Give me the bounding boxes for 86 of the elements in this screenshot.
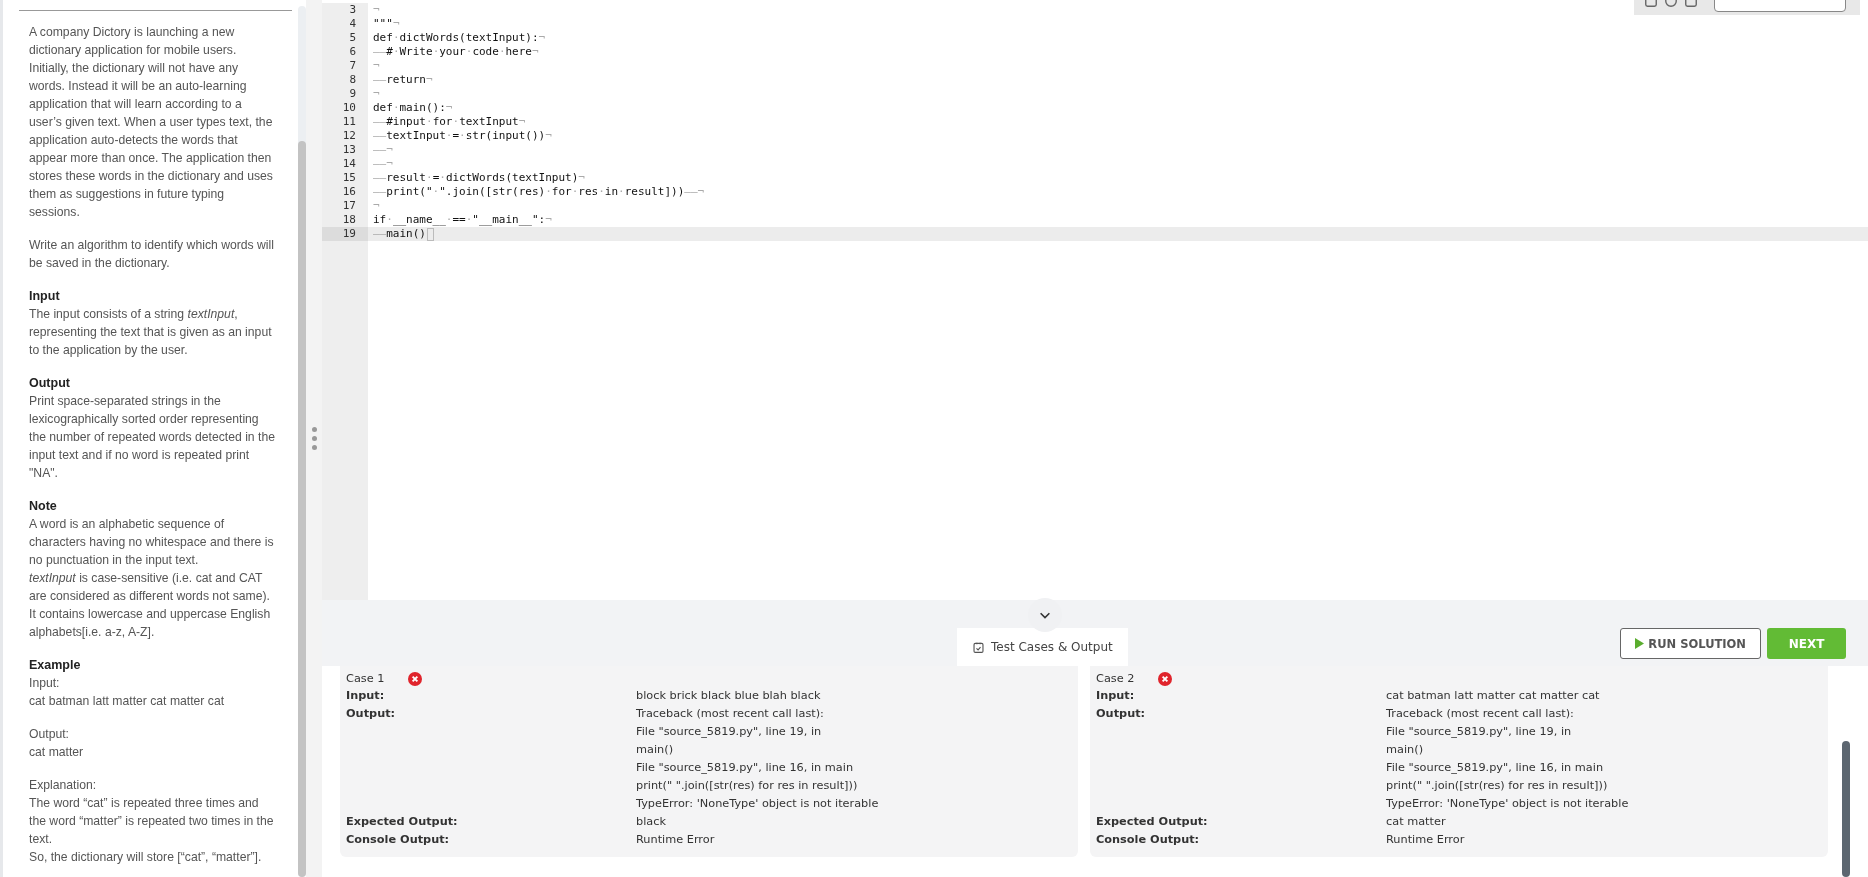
code-line: ¬ [372, 199, 380, 213]
line-number: 11 [322, 115, 368, 129]
field-value: Runtime Error [636, 832, 715, 848]
scrollbar[interactable] [298, 6, 306, 877]
output-tab[interactable]: Test Cases & Output [957, 628, 1128, 666]
description-text: textInput is case-sensitive (i.e. cat and CAT are considered as different words not same). [29, 570, 271, 605]
description-text: Print space-separated strings in the lexicographically sorted order representing the number of repeated words detected in the input text and if no word is repeated print "NA". [29, 393, 276, 482]
code-line: ——#input·for·textInput¬ [372, 115, 526, 129]
line-number: 13 [322, 143, 368, 157]
code-line: """¬ [372, 17, 400, 31]
code-line: ¬ [372, 3, 380, 17]
field-value: black [636, 814, 666, 830]
line-number: 16 [322, 185, 368, 199]
line-number: 3 [322, 3, 368, 17]
field-value: Traceback (most recent call last): [636, 706, 824, 722]
resize-handle[interactable] [306, 0, 322, 877]
field-label: Expected Output: [346, 814, 459, 830]
field-value: File "source_5819.py", line 19, in [1386, 724, 1572, 740]
field-value: TypeError: 'NoneType' object is not iterable [1386, 796, 1629, 812]
field-value: TypeError: 'NoneType' object is not iterable [636, 796, 879, 812]
description-text: The input consists of a string textInput, representing the text that is given as an input to the application by the user. [29, 306, 273, 359]
line-number: 14 [322, 157, 368, 171]
line-number: 18 [322, 213, 368, 227]
field-label: Output: [1096, 706, 1147, 722]
case-title: Case 2 [1096, 672, 1135, 685]
line-number: 5 [322, 31, 368, 45]
field-value: block brick black blue blah black [636, 688, 821, 704]
code-line: def·dictWords(textInput):¬ [372, 31, 546, 45]
field-label: Output: [346, 706, 397, 722]
description-text: So, the dictionary will store [“cat”, “matter”]. [29, 849, 263, 866]
description-text: A company Dictory is launching a new dictionary application for mobile users. Initially, the dictionary will not have any words. Instead it will be an auto-learning application that will learn according to a user’s given text. When a user types text, the application auto-detects the words that appear more than once. The application then stores these words in the dictionary and uses them as suggestions in future typing sessions. [29, 24, 274, 221]
line-number: 19 [322, 227, 368, 241]
code-line: ——¬ [372, 157, 393, 171]
description-text: A word is an alphabetic sequence of characters having no whitespace and there is no punctuation in the input text. [29, 516, 275, 569]
code-line: ——print("·".join([str(res)·for·res·in·result]))——¬ [372, 185, 705, 199]
field-value: File "source_5819.py", line 16, in main [1386, 760, 1604, 776]
code-line: ——main() [368, 227, 434, 241]
section-heading: Input [29, 288, 61, 305]
line-number: 17 [322, 199, 368, 213]
code-line: ——¬ [372, 143, 393, 157]
field-value: main() [636, 742, 674, 758]
line-number: 10 [322, 101, 368, 115]
code-line: def·main():¬ [372, 101, 453, 115]
section-heading: Output [29, 375, 71, 392]
code-line: if·__name__·==·"__main__":¬ [372, 213, 552, 227]
field-value: File "source_5819.py", line 16, in main [636, 760, 854, 776]
description-text: cat batman latt matter cat matter cat [29, 693, 226, 710]
description-text: It contains lowercase and uppercase English alphabets[i.e. a-z, A-Z]. [29, 606, 272, 641]
code-line: ——#·Write·your·code·here¬ [372, 45, 539, 59]
field-label: Input: [1096, 688, 1136, 704]
line-number: 6 [322, 45, 368, 59]
field-value: Traceback (most recent call last): [1386, 706, 1574, 722]
line-number: 4 [322, 17, 368, 31]
section-heading: Example [29, 657, 82, 674]
description-text: Write an algorithm to identify which words will be saved in the dictionary. [29, 237, 275, 272]
code-line: ——textInput·=·str(input())¬ [372, 129, 552, 143]
field-label: Input: [346, 688, 386, 704]
field-value: print(" ".join([str(res) for res in result])) [1386, 778, 1608, 794]
field-label: Console Output: [346, 832, 451, 848]
code-line: ——return¬ [372, 73, 433, 87]
case-title: Case 1 [346, 672, 385, 685]
field-value: cat matter [1386, 814, 1446, 830]
play-icon [1635, 638, 1645, 649]
field-value: File "source_5819.py", line 19, in [636, 724, 822, 740]
field-value: main() [1386, 742, 1424, 758]
line-number: 7 [322, 59, 368, 73]
description-text: Output: [29, 726, 70, 743]
line-number: 8 [322, 73, 368, 87]
code-line: ——result·=·dictWords(textInput)¬ [372, 171, 585, 185]
line-number: 9 [322, 87, 368, 101]
field-value: print(" ".join([str(res) for res in result])) [636, 778, 858, 794]
description-text: The word “cat” is repeated three times and the word “matter” is repeated two times in the text. [29, 795, 275, 848]
description-text: Input: [29, 675, 61, 692]
line-number: 12 [322, 129, 368, 143]
description-text: cat matter [29, 744, 85, 761]
field-value: cat batman latt matter cat matter cat [1386, 688, 1600, 704]
field-value: Runtime Error [1386, 832, 1465, 848]
line-number: 15 [322, 171, 368, 185]
field-label: Expected Output: [1096, 814, 1209, 830]
section-heading: Note [29, 498, 58, 515]
field-label: Console Output: [1096, 832, 1201, 848]
description-text: Explanation: [29, 777, 98, 794]
run-solution-button[interactable]: RUN SOLUTION [1620, 628, 1761, 659]
code-line: ¬ [372, 59, 380, 73]
code-line: ¬ [372, 87, 380, 101]
clipboard-check-icon [972, 640, 985, 654]
